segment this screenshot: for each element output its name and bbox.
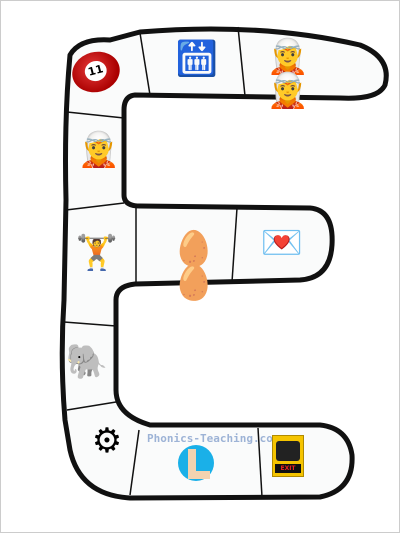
elephant-picture: 🐘 <box>65 342 109 382</box>
exercise-picture: 🏋 <box>75 233 119 273</box>
elbow-picture <box>178 445 214 481</box>
elevator-picture: 🛗 <box>175 39 219 79</box>
engine-picture: ⚙ <box>91 421 123 461</box>
envelope-picture: 💌 <box>260 223 304 263</box>
elf-picture: 🧝 <box>77 130 121 170</box>
eggs-picture: 🥚🥚 <box>172 229 216 303</box>
ball-number: 11 <box>82 58 109 84</box>
exit-label: EXIT <box>275 464 301 473</box>
elves-picture: 🧝🧝 <box>266 37 310 111</box>
bus-icon <box>276 441 300 461</box>
watermark: Phonics-Teaching.com <box>147 432 280 445</box>
exit-sign-picture: EXIT <box>272 435 304 477</box>
